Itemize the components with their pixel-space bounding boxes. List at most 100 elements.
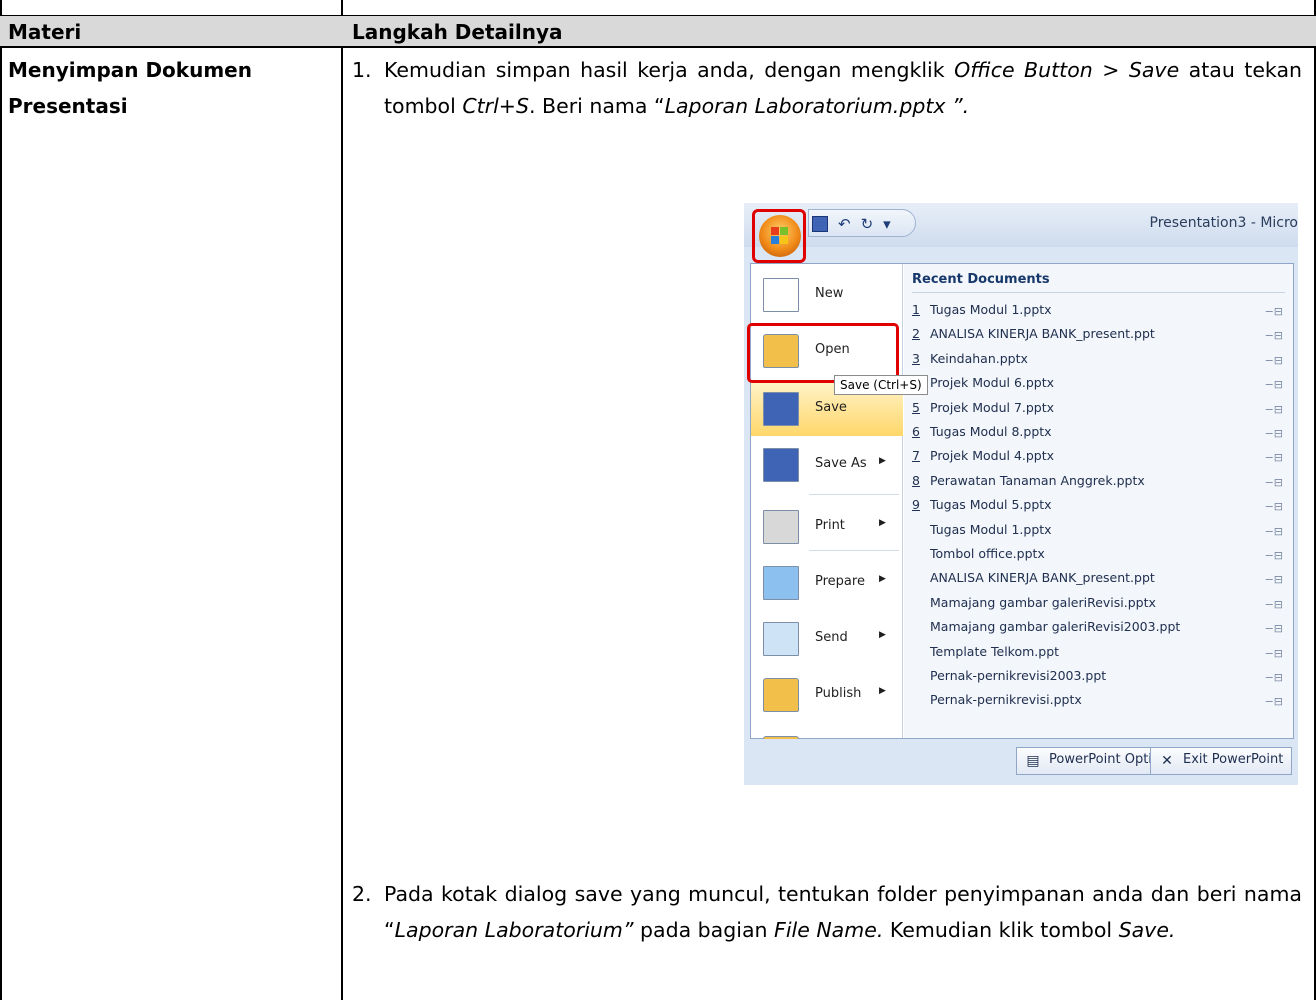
pin-icon[interactable]: −⊟ (1265, 549, 1283, 562)
step-1-text-a: Kemudian simpan hasil kerja anda, dengan… (384, 58, 955, 82)
submenu-arrow-icon: ▶ (879, 518, 886, 528)
menu-footer: ▤ PowerPoint Options ✕ Exit PowerPoint (744, 739, 1298, 785)
menu-item-new[interactable]: New (751, 268, 903, 322)
pin-icon[interactable]: −⊟ (1265, 622, 1283, 635)
step-2-number: 2. (352, 882, 372, 906)
step-2-text-b: pada bagian (633, 918, 775, 942)
step-2-save: Save. (1118, 918, 1176, 942)
office-button[interactable] (759, 215, 801, 257)
options-icon: ▤ (1026, 753, 1040, 769)
pin-icon[interactable]: −⊟ (1265, 378, 1283, 391)
exit-powerpoint-button[interactable]: ✕ Exit PowerPoint (1150, 747, 1293, 775)
recent-document-name: Tugas Modul 1.pptx (930, 302, 1052, 317)
recent-document-name: Projek Modul 4.pptx (930, 448, 1055, 464)
recent-document-number: 3 (912, 350, 920, 366)
title-bar: ↶ ↻ ▾ Presentation3 - Micro (744, 203, 1298, 247)
recent-document-item[interactable]: 6 Tugas Modul 8.pptx −⊟ (912, 424, 1283, 448)
pin-icon[interactable]: −⊟ (1265, 354, 1283, 367)
materi-line-1: Menyimpan Dokumen (8, 58, 252, 82)
pin-icon[interactable]: −⊟ (1265, 671, 1283, 684)
menu-item-label: Print (815, 518, 845, 533)
publish-icon (763, 678, 799, 712)
save-as-icon (763, 448, 799, 482)
customize-qat-icon[interactable]: ▾ (883, 215, 891, 233)
recent-document-item[interactable]: Mamajang gambar galeriRevisi.pptx −⊟ (912, 595, 1283, 619)
recent-document-item[interactable]: ANALISA KINERJA BANK_present.ppt −⊟ (912, 570, 1283, 594)
menu-item-send[interactable]: Send ▶ (751, 612, 903, 666)
recent-document-item[interactable]: 3 Keindahan.pptx −⊟ (912, 351, 1283, 375)
menu-item-label: Save As (815, 456, 867, 471)
pin-icon[interactable]: −⊟ (1265, 598, 1283, 611)
redo-icon[interactable]: ↻ (861, 215, 874, 233)
menu-item-save-as[interactable]: Save As ▶ (751, 438, 903, 492)
step-1-office-button: Office Button (954, 58, 1093, 82)
save-highlight (747, 323, 899, 383)
exit-icon: ✕ (1161, 753, 1173, 769)
pin-icon[interactable]: −⊟ (1265, 525, 1283, 538)
pin-icon[interactable]: −⊟ (1265, 500, 1283, 513)
recent-document-number: 9 (912, 497, 920, 513)
step-2-text-c: Kemudian klik tombol (883, 918, 1119, 942)
recent-document-item[interactable]: Tugas Modul 1.pptx −⊟ (912, 522, 1283, 546)
pin-icon[interactable]: −⊟ (1265, 451, 1283, 464)
recent-document-item[interactable]: Mamajang gambar galeriRevisi2003.ppt −⊟ (912, 619, 1283, 643)
pin-icon[interactable]: −⊟ (1265, 573, 1283, 586)
recent-document-item[interactable]: 9 Tugas Modul 5.pptx −⊟ (912, 497, 1283, 521)
recent-document-item[interactable]: Tombol office.pptx −⊟ (912, 546, 1283, 570)
step-2-file-name-field: File Name. (774, 918, 884, 942)
table-border-middle (341, 0, 343, 1000)
recent-document-item[interactable]: 4Projek Modul 6.pptx−⊟ (912, 375, 1283, 399)
recent-document-name: Tugas Modul 8.pptx (930, 424, 1052, 439)
pin-icon[interactable]: −⊟ (1265, 427, 1283, 440)
printer-icon (763, 510, 799, 544)
quick-access-buttons: ↶ ↻ ▾ (812, 215, 891, 233)
menu-separator (809, 494, 899, 495)
steps-cell: 1. Kemudian simpan hasil kerja anda, den… (352, 52, 1302, 124)
undo-icon[interactable]: ↶ (838, 215, 851, 233)
step-2-text: Pada kotak dialog save yang muncul, tent… (384, 876, 1302, 948)
app-title: Presentation3 - Micro (1149, 215, 1298, 231)
recent-document-item[interactable]: 8 Perawatan Tanaman Anggrek.pptx −⊟ (912, 473, 1283, 497)
pin-icon[interactable]: −⊟ (1265, 647, 1283, 660)
office-button-highlight (752, 209, 806, 263)
menu-item-publish[interactable]: Publish ▶ (751, 668, 903, 722)
recent-document-number: 6 (912, 424, 920, 439)
pin-icon[interactable]: −⊟ (1265, 695, 1283, 708)
pin-icon[interactable]: −⊟ (1265, 476, 1283, 489)
step-1-save: Save (1128, 58, 1180, 82)
recent-document-item[interactable]: 2 ANALISA KINERJA BANK_present.ppt −⊟ (912, 326, 1283, 350)
pin-icon[interactable]: −⊟ (1265, 329, 1283, 342)
step-2-block: 2. Pada kotak dialog save yang muncul, t… (352, 876, 1302, 948)
recent-document-item[interactable]: Pernak-pernikrevisi.pptx −⊟ (912, 692, 1283, 716)
recent-document-name: Keindahan.pptx (930, 350, 1028, 366)
recent-document-item[interactable]: 5 Projek Modul 7.pptx −⊟ (912, 400, 1283, 424)
save-tooltip: Save (Ctrl+S) (834, 375, 928, 395)
pin-icon[interactable]: −⊟ (1265, 305, 1283, 318)
qat-save-icon[interactable] (812, 216, 828, 232)
recent-document-name: ANALISA KINERJA BANK_present.ppt (930, 326, 1155, 342)
recent-document-name: Tugas Modul 5.pptx (930, 497, 1052, 513)
step-1-text-d: . Beri nama “ (529, 94, 665, 118)
recent-document-name: Mamajang gambar galeriRevisi2003.ppt (930, 619, 1181, 635)
recent-document-number: 7 (912, 448, 920, 464)
pin-icon[interactable]: −⊟ (1265, 403, 1283, 416)
office-menu-screenshot: ↶ ↻ ▾ Presentation3 - Micro New Open Save S… (744, 203, 1298, 785)
submenu-arrow-icon: ▶ (879, 456, 886, 466)
menu-item-print[interactable]: Print ▶ (751, 500, 903, 554)
recent-document-item[interactable]: Template Telkom.ppt −⊟ (912, 644, 1283, 668)
recent-document-name: Pernak-pernikrevisi.pptx (930, 692, 1082, 708)
submenu-arrow-icon: ▶ (879, 686, 886, 696)
submenu-arrow-icon: ▶ (879, 574, 886, 584)
exit-powerpoint-label: Exit PowerPoint (1183, 752, 1284, 767)
materi-line-2: Presentasi (8, 94, 128, 118)
office-logo-icon (771, 227, 789, 245)
step-1-number: 1. (352, 58, 372, 82)
recent-document-name: Tombol office.pptx (930, 546, 1045, 561)
recent-document-item[interactable]: 1 Tugas Modul 1.pptx −⊟ (912, 302, 1283, 326)
recent-document-item[interactable]: Pernak-pernikrevisi2003.ppt −⊟ (912, 668, 1283, 692)
step-1-text-b: > (1092, 58, 1129, 82)
recent-document-number: 1 (912, 302, 920, 317)
menu-item-prepare[interactable]: Prepare ▶ (751, 556, 903, 610)
recent-document-item[interactable]: 7 Projek Modul 4.pptx −⊟ (912, 448, 1283, 472)
table-header-divider (0, 46, 1316, 48)
